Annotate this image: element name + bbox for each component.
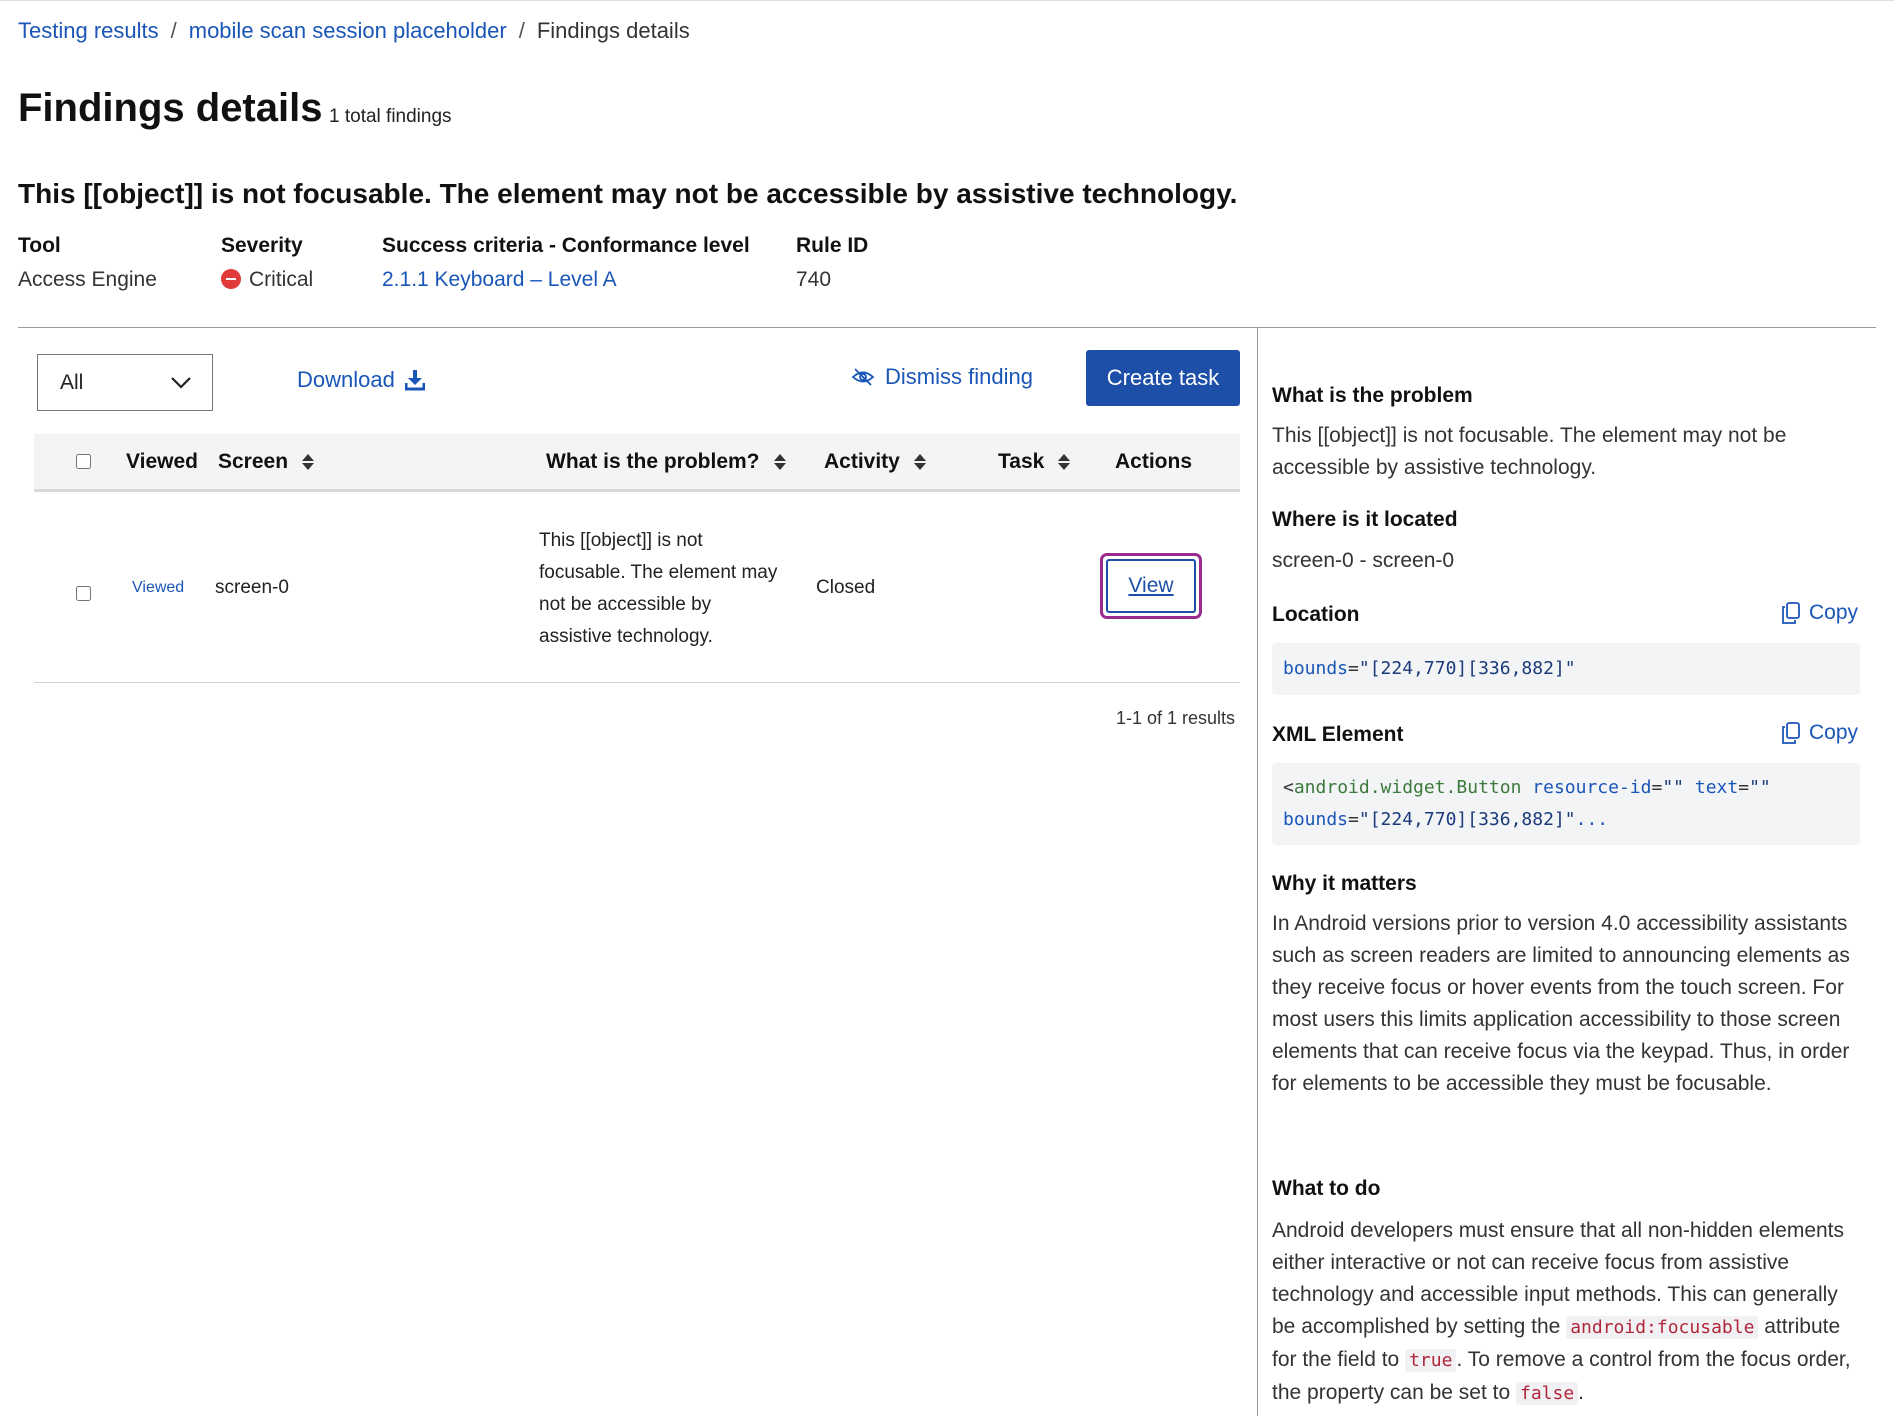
chevron-down-icon <box>171 376 191 389</box>
breadcrumb-current: Findings details <box>536 18 690 43</box>
xml-heading: XML Element <box>1272 723 1404 746</box>
xml-code: <android.widget.Button resource-id="" te… <box>1272 763 1860 845</box>
tool-label: Tool <box>18 234 61 257</box>
meta-tool: Tool Access Engine <box>18 234 157 292</box>
location-code: bounds="[224,770][336,882]" <box>1272 643 1860 695</box>
meta-success-criteria: Success criteria - Conformance level 2.1… <box>382 234 750 292</box>
download-label: Download <box>297 367 395 392</box>
code-value: "[224,770][336,882]" <box>1358 658 1576 679</box>
meta-rule-id: Rule ID 740 <box>796 234 868 292</box>
column-viewed: Viewed <box>126 450 198 473</box>
results-count: 1-1 of 1 results <box>1116 708 1236 728</box>
column-task[interactable]: Task <box>998 450 1071 474</box>
breadcrumb-separator: / <box>170 18 177 43</box>
tool-value: Access Engine <box>18 268 157 291</box>
critical-icon <box>221 269 241 289</box>
filter-dropdown[interactable]: All <box>37 354 213 411</box>
table-header: Viewed Screen What is the problem? Activ… <box>34 434 1240 492</box>
copy-icon <box>1782 722 1800 744</box>
inline-code: false <box>1515 1382 1579 1405</box>
why-text: In Android versions prior to version 4.0… <box>1272 912 1850 1095</box>
dismiss-finding-button[interactable]: Dismiss finding <box>851 364 1033 390</box>
row-checkbox[interactable] <box>76 586 91 601</box>
activity-cell: Closed <box>816 577 876 598</box>
download-icon <box>404 370 425 391</box>
copy-xml-button[interactable]: Copy <box>1781 721 1858 745</box>
severity-value: Critical <box>249 268 314 291</box>
rule-id-value: 740 <box>796 268 832 291</box>
inline-code: true <box>1405 1349 1457 1372</box>
located-text: screen-0 - screen-0 <box>1272 549 1455 572</box>
column-screen[interactable]: Screen <box>218 450 315 474</box>
screen-cell: screen-0 <box>215 577 289 598</box>
copy-icon <box>1782 602 1800 624</box>
severity-label: Severity <box>221 234 303 257</box>
problem-heading: What is the problem <box>1272 384 1473 407</box>
top-border <box>0 0 1894 1</box>
problem-text: This [[object]] is not focusable. The el… <box>1272 424 1787 479</box>
criteria-link[interactable]: 2.1.1 Keyboard – Level A <box>382 268 617 291</box>
table-row: Viewed screen-0 This [[object]] is not f… <box>34 495 1240 683</box>
column-activity[interactable]: Activity <box>824 450 926 474</box>
todo-heading: What to do <box>1272 1177 1381 1200</box>
located-heading: Where is it located <box>1272 508 1458 531</box>
view-button-label: View <box>1106 559 1196 613</box>
section-divider <box>18 327 1876 328</box>
sort-icon[interactable] <box>913 454 926 470</box>
problem-cell: This [[object]] is not focusable. The el… <box>539 530 778 647</box>
column-problem[interactable]: What is the problem? <box>546 450 786 474</box>
breadcrumb-scan-session[interactable]: mobile scan session placeholder <box>189 18 507 44</box>
copy-label: Copy <box>1808 721 1858 744</box>
view-button[interactable]: View <box>1100 553 1202 619</box>
breadcrumb: Testing results / mobile scan session pl… <box>18 18 690 44</box>
eye-slash-icon <box>851 368 875 386</box>
inline-code: android:focusable <box>1566 1316 1759 1339</box>
download-button[interactable]: Download <box>297 367 425 393</box>
rule-id-label: Rule ID <box>796 234 869 257</box>
dismiss-label: Dismiss finding <box>885 364 1033 389</box>
sort-icon[interactable] <box>773 454 786 470</box>
create-task-button[interactable]: Create task <box>1086 350 1240 406</box>
viewed-status: Viewed <box>132 579 185 596</box>
code-attr: bounds <box>1283 658 1349 679</box>
sort-icon[interactable] <box>1058 454 1071 470</box>
breadcrumb-testing-results[interactable]: Testing results <box>18 18 159 44</box>
copy-label: Copy <box>1808 601 1858 624</box>
panel-divider <box>1257 328 1258 1416</box>
breadcrumb-separator: / <box>518 18 525 43</box>
why-heading: Why it matters <box>1272 872 1417 895</box>
filter-value: All <box>60 370 84 394</box>
column-actions: Actions <box>1115 450 1193 473</box>
copy-location-button[interactable]: Copy <box>1781 601 1858 625</box>
xml-tag: android.widget.Button <box>1293 777 1522 798</box>
total-findings-count: 1 total findings <box>329 106 452 127</box>
sort-icon[interactable] <box>302 454 315 470</box>
criteria-label: Success criteria - Conformance level <box>382 234 750 257</box>
finding-title: This [[object]] is not focusable. The el… <box>18 178 1238 209</box>
location-heading: Location <box>1272 603 1360 626</box>
select-all-checkbox[interactable] <box>76 454 91 469</box>
page-title: Findings details <box>18 86 323 130</box>
todo-text: Android developers must ensure that all … <box>1272 1219 1851 1405</box>
meta-severity: Severity Critical <box>221 234 313 292</box>
